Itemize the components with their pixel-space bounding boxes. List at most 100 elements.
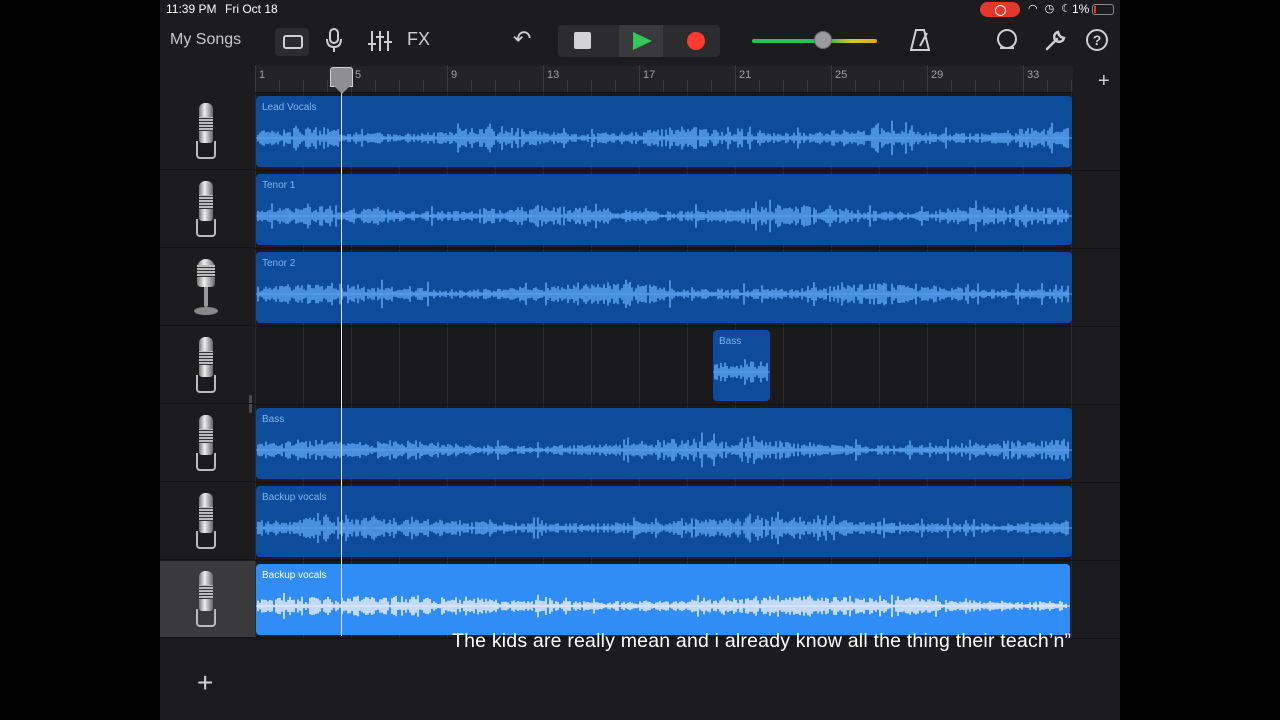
wifi-alarm-moon-icons: ◠ ◷ ☾ [1028,3,1074,15]
condenser-mic-icon [194,181,218,239]
audio-region[interactable]: Backup vocals [256,564,1070,635]
ruler-tick [495,80,496,92]
metronome-icon[interactable] [910,28,930,52]
audio-region[interactable]: Backup vocals [256,486,1072,557]
view-icon [283,35,303,49]
region-name: Lead Vocals [262,102,317,113]
my-songs-button[interactable]: My Songs [170,31,241,49]
track-lane[interactable]: Bass [255,405,1120,483]
ruler-tick [903,80,904,92]
ruler-tick [567,80,568,92]
volume-knob[interactable] [814,31,832,49]
toolbar: My Songs FX ↶ ? [160,20,1120,66]
tracks-view-button[interactable] [275,28,309,56]
track-header[interactable] [160,249,255,326]
dynamic-mic-icon [194,259,218,317]
playhead-line [341,84,342,636]
ruler-tick [327,80,328,92]
waveform [256,199,1072,233]
fx-button[interactable]: FX [407,29,430,50]
ruler-tick [639,65,640,92]
region-name: Bass [719,336,742,347]
wrench-icon[interactable] [1044,28,1068,52]
ruler-tick [543,65,544,92]
ruler-tick [663,80,664,92]
status-date: Fri Oct 18 [225,2,278,16]
track-headers: + [160,93,255,720]
track-header[interactable] [160,561,255,638]
region-name: Backup vocals [262,492,327,503]
track-header[interactable] [160,405,255,482]
playhead-handle[interactable] [330,67,353,94]
ruler-tick [471,80,472,92]
ruler-tick [615,80,616,92]
audio-region[interactable]: Bass [713,330,770,401]
audio-region[interactable]: Tenor 1 [256,174,1072,245]
condenser-mic-icon [194,103,218,161]
garageband-screen: 11:39 PM Fri Oct 18 ◠ ◷ ☾ 1% My Songs FX… [160,0,1120,720]
track-header[interactable] [160,483,255,560]
ruler-tick [1071,80,1072,92]
track-lane[interactable]: Bass [255,327,1120,405]
track-lane[interactable]: Tenor 2 [255,249,1120,327]
ruler-tick [687,80,688,92]
track-header[interactable] [160,171,255,248]
ruler-tick [927,65,928,92]
ruler-tick [447,65,448,92]
ruler-tick [423,80,424,92]
bar-number: 33 [1027,69,1040,81]
transport-controls [558,25,720,57]
bar-number: 9 [451,69,458,81]
ruler-tick [375,80,376,92]
ruler-tick [975,80,976,92]
ruler-tick [783,80,784,92]
ruler-tick [519,80,520,92]
timeline-ruler[interactable]: 1 5 9 13 17 21 25 29 33 [255,65,1073,93]
audio-region[interactable]: Lead Vocals [256,96,1072,167]
video-subtitle: The kids are really mean and i already k… [452,630,1072,652]
ruler-tick [879,80,880,92]
condenser-mic-icon [194,337,218,395]
ruler-tick [711,80,712,92]
ruler-tick [591,80,592,92]
waveform [256,511,1072,545]
play-button[interactable] [619,25,663,57]
bar-number: 1 [259,69,266,81]
waveform [256,432,1072,468]
track-lane[interactable]: Lead Vocals [255,93,1120,171]
ruler-tick [399,80,400,92]
ruler-tick [999,80,1000,92]
record-button[interactable] [687,32,705,50]
battery-icon [1092,4,1114,15]
track-lane[interactable]: Backup vocals [255,483,1120,561]
audio-region[interactable]: Bass [256,408,1072,479]
condenser-mic-icon [194,493,218,551]
microphone-icon[interactable] [324,28,344,54]
waveform [713,359,770,385]
track-lane[interactable]: Backup vocals [255,561,1120,639]
region-name: Tenor 2 [262,258,296,269]
screen-recording-icon[interactable] [980,2,1020,17]
ruler-tick [855,80,856,92]
ruler-tick [303,80,304,92]
track-lane[interactable]: Tenor 1 [255,171,1120,249]
bar-number: 13 [547,69,560,81]
bar-number: 17 [643,69,656,81]
loop-browser-icon[interactable] [996,28,1018,52]
track-header[interactable] [160,327,255,404]
add-section-icon[interactable]: + [1098,70,1110,93]
undo-icon[interactable]: ↶ [513,26,531,52]
audio-region[interactable]: Tenor 2 [256,252,1072,323]
ruler-tick [1023,65,1024,92]
bar-number: 25 [835,69,848,81]
mixer-icon[interactable] [367,28,393,54]
add-track-button[interactable]: + [197,667,213,699]
stop-button[interactable] [574,32,591,49]
help-button[interactable]: ? [1086,29,1108,51]
track-header[interactable] [160,93,255,170]
track-lanes: Lead Vocals Tenor 1 Tenor 2 Bass Bass Backup … [255,93,1120,720]
waveform [256,279,1072,309]
ruler-tick [255,65,256,92]
ruler-tick [807,80,808,92]
ruler-tick [951,80,952,92]
